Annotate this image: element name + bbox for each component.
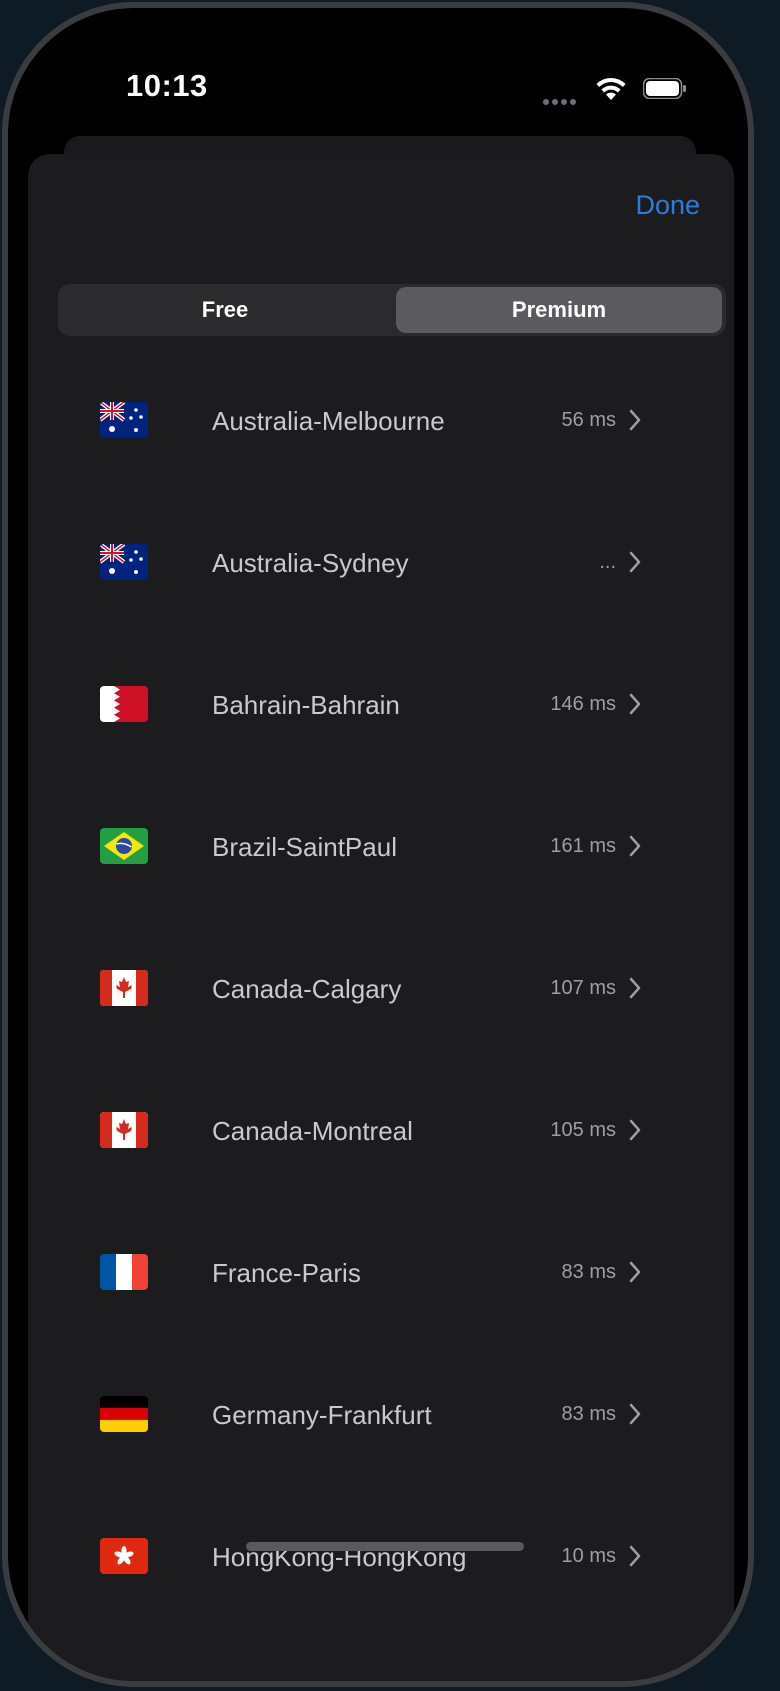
server-name: Canada-Montreal (212, 1116, 413, 1146)
server-ping: 83 ms (561, 1261, 616, 1283)
server-row-canada-montreal[interactable]: Canada-Montreal 105 ms (28, 1064, 734, 1204)
chevron-right-icon (629, 1545, 641, 1567)
server-name: France-Paris (212, 1258, 361, 1288)
chevron-right-icon (629, 1403, 641, 1425)
hongkong-flag-icon (100, 1538, 148, 1574)
canada-flag-icon (100, 1112, 148, 1148)
server-name: Bahrain-Bahrain (212, 690, 400, 720)
battery-icon (643, 78, 686, 99)
server-ping: 107 ms (550, 977, 616, 999)
tab-free[interactable]: Free (58, 284, 392, 336)
phone-frame: 10:13 Done Free Premium Australia-Melbou… (2, 2, 754, 1687)
server-name: Germany-Frankfurt (212, 1400, 432, 1430)
bahrain-flag-icon (100, 686, 148, 722)
australia-flag-icon (100, 544, 148, 580)
chevron-right-icon (629, 835, 641, 857)
status-bar: 10:13 (8, 8, 748, 148)
wifi-icon (596, 77, 626, 100)
server-name: Canada-Calgary (212, 974, 402, 1004)
chevron-right-icon (629, 1261, 641, 1283)
server-picker-sheet: Done Free Premium Australia-Melbourne 56… (28, 154, 734, 1681)
chevron-right-icon (629, 1119, 641, 1141)
server-ping: 105 ms (550, 1119, 616, 1141)
server-name: Australia-Sydney (212, 548, 409, 578)
germany-flag-icon (100, 1396, 148, 1432)
france-flag-icon (100, 1254, 148, 1290)
server-row-australia-melbourne[interactable]: Australia-Melbourne 56 ms (28, 354, 734, 494)
plan-segmented-control: Free Premium (58, 284, 726, 336)
server-row-canada-calgary[interactable]: Canada-Calgary 107 ms (28, 922, 734, 1062)
chevron-right-icon (629, 409, 641, 431)
server-row-australia-sydney[interactable]: Australia-Sydney ... (28, 496, 734, 636)
chevron-right-icon (629, 551, 641, 573)
canada-flag-icon (100, 970, 148, 1006)
server-ping: 10 ms (561, 1545, 616, 1567)
server-ping: 146 ms (550, 693, 616, 715)
server-ping: ... (599, 551, 616, 573)
server-row-germany-frankfurt[interactable]: Germany-Frankfurt 83 ms (28, 1348, 734, 1488)
brazil-flag-icon (100, 828, 148, 864)
status-time: 10:13 (126, 68, 208, 103)
server-row-brazil-saintpaul[interactable]: Brazil-SaintPaul 161 ms (28, 780, 734, 920)
tab-premium[interactable]: Premium (396, 287, 722, 333)
chevron-right-icon (629, 977, 641, 999)
australia-flag-icon (100, 402, 148, 438)
server-row-bahrain-bahrain[interactable]: Bahrain-Bahrain 146 ms (28, 638, 734, 778)
server-ping: 161 ms (550, 835, 616, 857)
server-ping: 83 ms (561, 1403, 616, 1425)
server-row-france-paris[interactable]: France-Paris 83 ms (28, 1206, 734, 1346)
done-button[interactable]: Done (635, 190, 700, 221)
home-indicator[interactable] (246, 1542, 524, 1551)
server-row-hongkong-hongkong[interactable]: HongKong-HongKong 10 ms (28, 1490, 734, 1630)
server-name: Australia-Melbourne (212, 406, 445, 436)
cellular-signal-icon (543, 92, 583, 105)
server-ping: 56 ms (561, 409, 616, 431)
chevron-right-icon (629, 693, 641, 715)
server-name: Brazil-SaintPaul (212, 832, 397, 862)
